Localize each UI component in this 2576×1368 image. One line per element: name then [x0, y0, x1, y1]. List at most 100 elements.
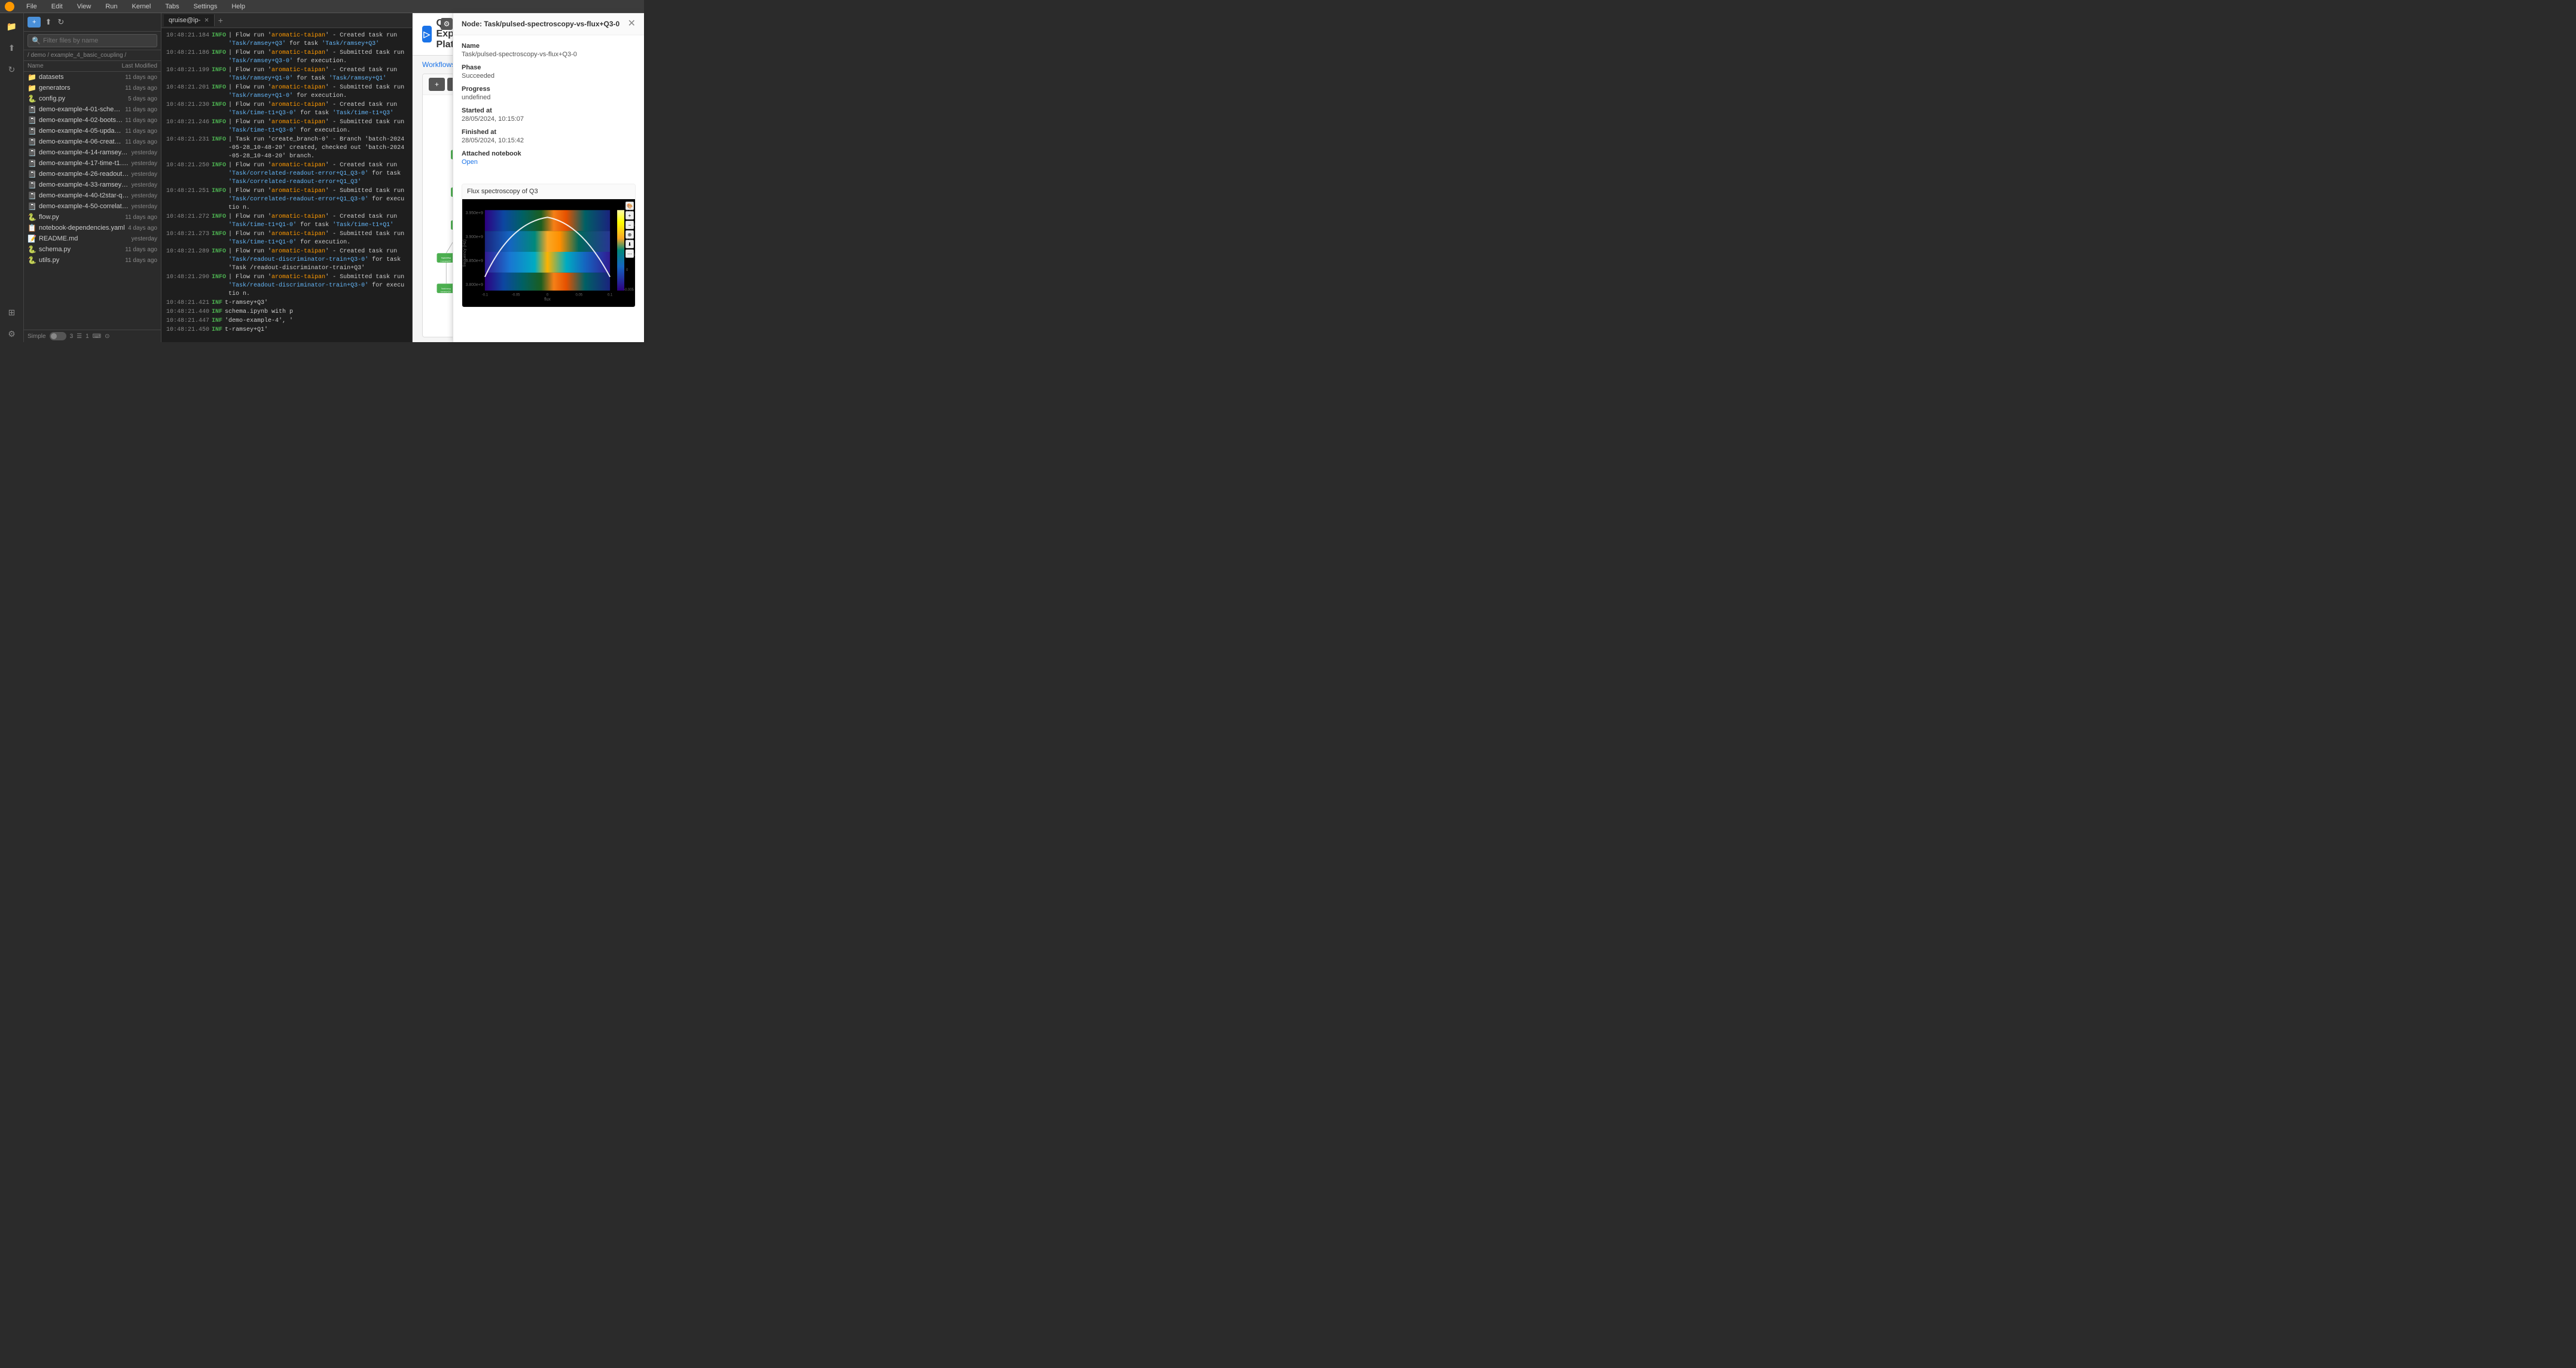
axes-icon[interactable]: ⊕ [625, 230, 634, 239]
file-date: 11 days ago [125, 128, 157, 135]
svg-text:-0.05: -0.05 [512, 294, 520, 297]
file-item[interactable]: 🐍 utils.py 11 days ago [24, 255, 161, 266]
search-input[interactable] [43, 37, 153, 44]
menu-run[interactable]: Run [103, 2, 120, 11]
menu-help[interactable]: Help [229, 2, 248, 11]
file-item[interactable]: 📁 datasets 11 days ago [24, 72, 161, 83]
file-name: config.py [39, 95, 126, 102]
refresh-button[interactable]: ↻ [56, 16, 66, 29]
terminal-tab-close[interactable]: ✕ [204, 17, 209, 24]
log-line: 10:48:21.201INFO| Flow run 'aromatic-tai… [166, 84, 407, 100]
file-type-icon: 📁 [28, 73, 36, 81]
new-tab-button[interactable]: + [215, 13, 227, 28]
file-name: demo-example-4-06-create-tasks.ipy... [39, 138, 123, 145]
bc-workflows[interactable]: Workflows [422, 60, 455, 69]
file-name: notebook-dependencies.yaml [39, 224, 126, 231]
download-icon[interactable]: ⬇ [625, 240, 634, 248]
menu-settings[interactable]: Settings [191, 2, 220, 11]
log-line: 10:48:21.447INF'demo-example-4', ' [166, 317, 407, 325]
file-date: yesterday [132, 160, 157, 167]
file-date: yesterday [132, 150, 157, 156]
app-logo [5, 2, 14, 11]
sidebar-icon-upload[interactable]: ⬆ [4, 39, 20, 56]
file-item[interactable]: 📓 demo-example-4-26-readout-discrim... y… [24, 169, 161, 179]
file-name: generators [39, 84, 123, 92]
zoom-in-icon[interactable]: + [625, 211, 634, 220]
log-level: INFO [212, 49, 226, 66]
new-file-button[interactable]: + [28, 17, 41, 28]
panel-footer: Simple 3 ☰ 1 ⌨ ⊙ [24, 330, 161, 342]
file-item[interactable]: 📓 demo-example-4-01-schema.ipynb 11 days… [24, 104, 161, 115]
file-item[interactable]: 🐍 schema.py 11 days ago [24, 244, 161, 255]
log-message: | Flow run 'aromatic-taipan' - Created t… [228, 66, 407, 83]
log-message: | Flow run 'aromatic-taipan' - Created t… [228, 213, 407, 230]
svg-text:3.850e+9: 3.850e+9 [466, 259, 483, 263]
canvas-zoom-in[interactable]: + [429, 78, 445, 91]
file-item[interactable]: 📓 demo-example-4-17-time-t1.ipynb yester… [24, 158, 161, 169]
file-item[interactable]: 🐍 flow.py 11 days ago [24, 212, 161, 223]
file-list: 📁 datasets 11 days ago 📁 generators 11 d… [24, 72, 161, 330]
terminal-panel: qruise@ip- ✕ + 10:48:21.184INFO| Flow ru… [161, 13, 413, 342]
menu-file[interactable]: File [24, 2, 39, 11]
search-container: 🔍 [24, 32, 161, 50]
log-level: INFO [212, 32, 226, 48]
menu-view[interactable]: View [75, 2, 94, 11]
node-panel-title: Node: Task/pulsed-spectroscopy-vs-flux+Q… [462, 20, 619, 28]
log-level: INF [212, 308, 222, 316]
log-message: | Flow run 'aromatic-taipan' - Created t… [228, 248, 407, 273]
sidebar-icon-files[interactable]: 📁 [4, 18, 20, 35]
file-item[interactable]: 📓 demo-example-4-02-bootstrap-kb.ip... 1… [24, 115, 161, 126]
file-item[interactable]: 📓 demo-example-4-14-ramsey.ipynb yesterd… [24, 147, 161, 158]
log-timestamp: 10:48:21.290 [166, 273, 209, 298]
simple-toggle[interactable] [50, 332, 66, 340]
log-level: INFO [212, 248, 226, 273]
menu-kernel[interactable]: Kernel [130, 2, 154, 11]
file-item[interactable]: 📋 notebook-dependencies.yaml 4 days ago [24, 223, 161, 233]
log-line: 10:48:21.231INFO| Task run 'create_branc… [166, 136, 407, 161]
file-name: schema.py [39, 246, 123, 253]
header-name: Name [28, 63, 122, 69]
file-date: yesterday [132, 236, 157, 242]
file-item[interactable]: 📁 generators 11 days ago [24, 83, 161, 93]
file-item[interactable]: 📝 README.md yesterday [24, 233, 161, 244]
log-timestamp: 10:48:21.289 [166, 248, 209, 273]
file-item[interactable]: 🐍 config.py 5 days ago [24, 93, 161, 104]
node-details: Name Task/pulsed-spectroscopy-vs-flux+Q3… [453, 35, 644, 179]
colorbar-palette-icon[interactable]: 🎨 [625, 202, 634, 210]
log-message: | Flow run 'aromatic-taipan' - Submitted… [228, 230, 407, 247]
file-type-icon: 📓 [28, 138, 36, 146]
terminal-tab[interactable]: qruise@ip- ✕ [164, 14, 215, 26]
zoom-out-icon[interactable]: − [625, 221, 634, 229]
footer-kb-icon: ⌨ [93, 333, 101, 340]
file-date: 11 days ago [125, 85, 157, 92]
sidebar-icon-extensions[interactable]: ⊞ [4, 304, 20, 321]
log-message: | Flow run 'aromatic-taipan' - Submitted… [228, 273, 407, 298]
file-name: demo-example-4-14-ramsey.ipynb [39, 149, 129, 156]
settings-gear[interactable]: ⚙ [441, 18, 453, 30]
file-item[interactable]: 📓 demo-example-4-33-ramsey-ef.ipynb yest… [24, 179, 161, 190]
footer-mode: Simple [28, 333, 46, 340]
file-item[interactable]: 📓 demo-example-4-05-update-kb.ipynb 11 d… [24, 126, 161, 136]
more-icon[interactable]: ⋯ [625, 249, 634, 258]
upload-button[interactable]: ⬆ [43, 16, 53, 29]
log-line: 10:48:21.246INFO| Flow run 'aromatic-tai… [166, 118, 407, 135]
sidebar-icon-settings[interactable]: ⚙ [4, 325, 20, 342]
log-line: 10:48:21.251INFO| Flow run 'aromatic-tai… [166, 187, 407, 212]
svg-text:0.05: 0.05 [576, 294, 583, 297]
file-date: 11 days ago [125, 74, 157, 81]
file-type-icon: 🐍 [28, 95, 36, 103]
menu-bar: File Edit View Run Kernel Tabs Settings … [0, 0, 644, 13]
app-layout: 📁 ⬆ ↻ ⊞ ⚙ + ⬆ ↻ 🔍 / demo / example_4_bas… [0, 13, 644, 342]
menu-edit[interactable]: Edit [49, 2, 65, 11]
file-item[interactable]: 📓 demo-example-4-06-create-tasks.ipy... … [24, 136, 161, 147]
log-message: | Flow run 'aromatic-taipan' - Submitted… [228, 187, 407, 212]
log-timestamp: 10:48:21.186 [166, 49, 209, 66]
detail-name-label: Name [462, 42, 636, 50]
sidebar-icon-refresh[interactable]: ↻ [4, 61, 20, 78]
detail-notebook-link[interactable]: Open [462, 159, 636, 166]
file-item[interactable]: 📓 demo-example-4-50-correlated-read... y… [24, 201, 161, 212]
node-panel-close[interactable]: ✕ [628, 19, 636, 29]
file-name: demo-example-4-02-bootstrap-kb.ip... [39, 117, 123, 124]
file-item[interactable]: 📓 demo-example-4-40-t2star-qpt-rams... y… [24, 190, 161, 201]
menu-tabs[interactable]: Tabs [163, 2, 181, 11]
